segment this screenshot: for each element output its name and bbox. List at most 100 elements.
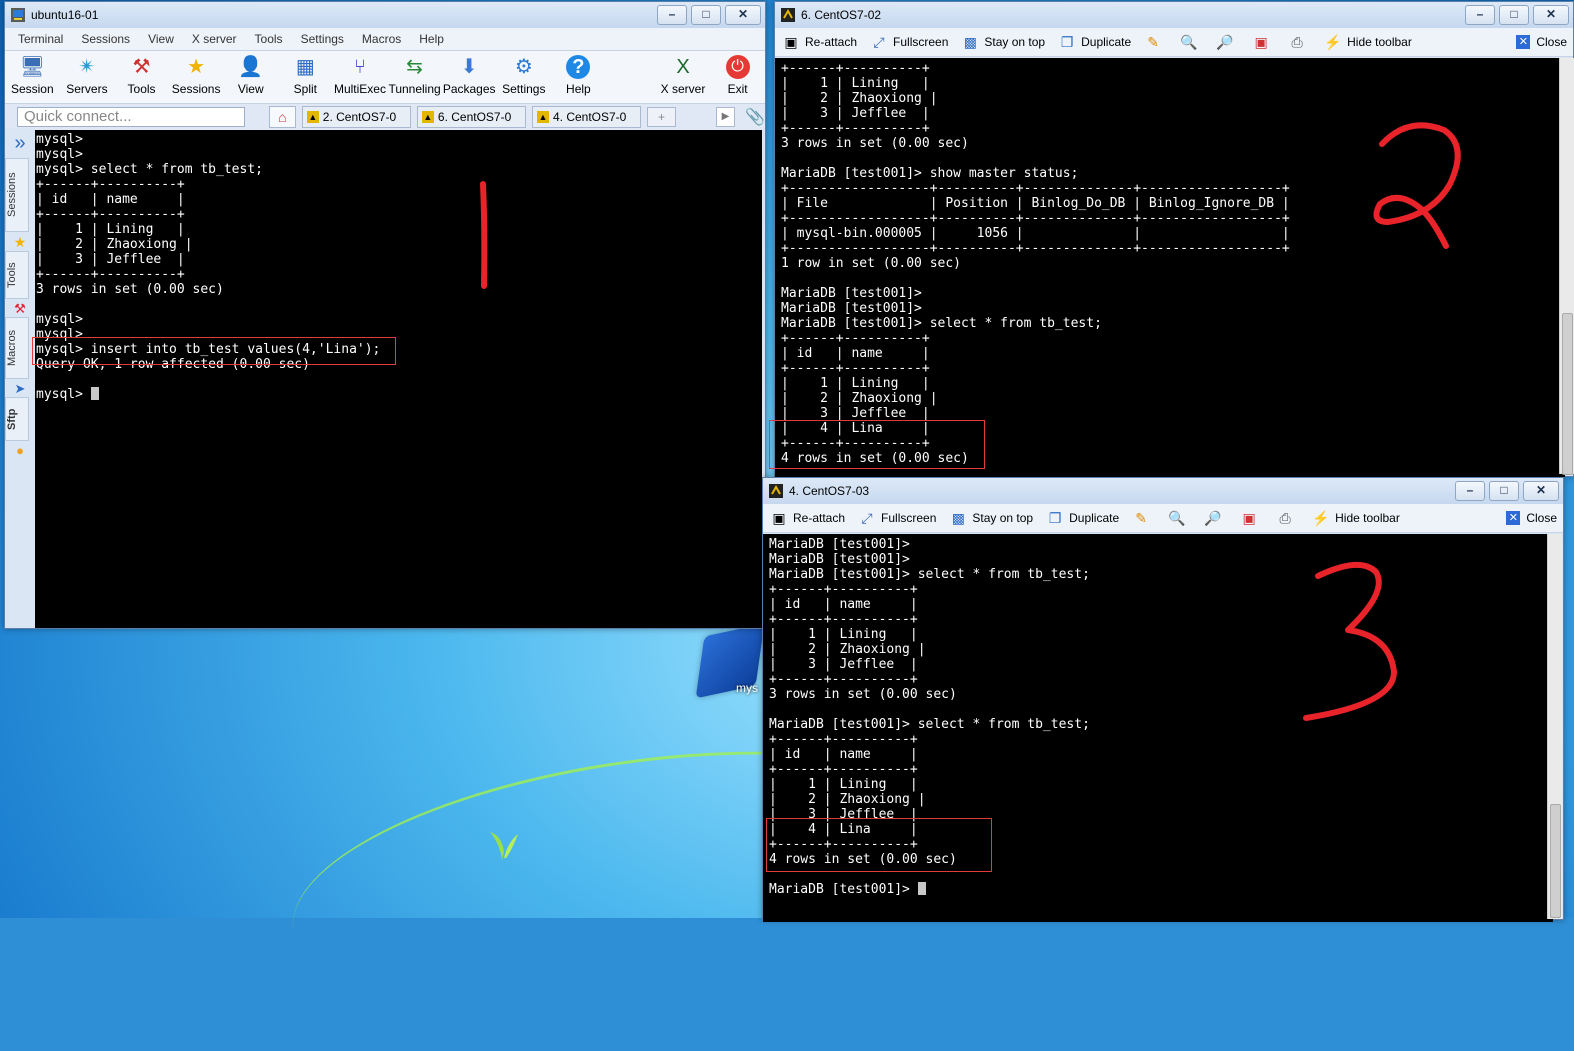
fullscreen-button[interactable]: ⤢ Fullscreen	[859, 510, 936, 526]
close-label: Close	[1526, 511, 1557, 525]
menu-item-tools[interactable]: Tools	[246, 32, 292, 46]
side-tab-sftp[interactable]: Sftp	[5, 397, 29, 441]
session-tab-label: 4. CentOS7-0	[552, 110, 627, 124]
new-tab-button[interactable]: +	[647, 107, 676, 127]
terminal-output[interactable]: mysql> mysql> mysql> select * from tb_te…	[35, 130, 762, 628]
ribbon-button-tunneling[interactable]: ⇆ Tunneling	[387, 55, 442, 96]
scrollbar-thumb[interactable]	[1550, 804, 1561, 918]
ribbon-button-servers[interactable]: ✴ Servers	[60, 55, 115, 96]
zoom-in-button[interactable]: 🔍	[1168, 510, 1191, 526]
stay-on-top-button[interactable]: ▩ Stay on top	[950, 510, 1033, 526]
star-icon: ★	[13, 234, 27, 250]
side-tab-tools[interactable]: Tools	[5, 251, 29, 299]
ribbon-button-x-server[interactable]: X X server	[656, 55, 711, 96]
close-button[interactable]: ✕	[725, 5, 761, 25]
vertical-scrollbar[interactable]	[1559, 58, 1574, 475]
zoom-in-button[interactable]: 🔍	[1180, 34, 1203, 50]
fullscreen-button[interactable]: ⤢ Fullscreen	[871, 34, 948, 50]
save-button[interactable]: ▣	[1253, 34, 1275, 50]
fullscreen-label: Fullscreen	[893, 35, 949, 49]
reattach-label: Re-attach	[793, 511, 846, 525]
print-icon: ⎙	[1291, 33, 1303, 50]
terminal-text: +------+----------+ | 1 | Lining | | 2 |…	[781, 61, 1290, 466]
side-tab-macros[interactable]: Macros	[5, 317, 29, 379]
home-tab-icon[interactable]: ⌂	[268, 106, 296, 128]
close-button[interactable]: ✕	[1523, 481, 1559, 501]
ribbon-button-label: Help	[566, 82, 591, 96]
xserver-icon: X	[676, 56, 690, 78]
close-button[interactable]: ✕	[1533, 5, 1569, 25]
ribbon-button-settings[interactable]: ⚙ Settings	[496, 55, 551, 96]
scrollbar-thumb[interactable]	[1562, 313, 1573, 475]
menu-bar: Terminal Sessions View X server Tools Setting…	[5, 28, 765, 51]
menu-item-sessions[interactable]: Sessions	[72, 32, 139, 46]
ribbon-button-exit[interactable]: ⏻ Exit	[710, 55, 765, 96]
main-ribbon-toolbar: 🖥 Session ✴ Servers ⚒ Tools ★ Sessions 👤 View ▦ Spl…	[5, 51, 765, 104]
annotation-number-2	[1373, 122, 1461, 249]
ribbon-button-multiexec[interactable]: ⑂ MultiExec	[333, 55, 388, 96]
edit-pencil-icon: ✎	[1135, 509, 1147, 526]
minimize-button[interactable]: –	[657, 5, 687, 25]
ribbon-button-tools[interactable]: ⚒ Tools	[114, 55, 169, 96]
close-detached-button[interactable]: ✕ Close	[1506, 511, 1557, 525]
macro-send-icon: ➤	[14, 381, 26, 396]
terminal-window-icon	[769, 484, 783, 498]
quick-connect-input[interactable]: Quick connect...	[17, 107, 245, 127]
menu-item-macros[interactable]: Macros	[353, 32, 410, 46]
maximize-button[interactable]: □	[691, 5, 721, 25]
edit-button[interactable]: ✎	[1133, 510, 1155, 526]
menu-item-help[interactable]: Help	[410, 32, 453, 46]
save-icon: ▣	[1254, 33, 1268, 50]
edit-button[interactable]: ✎	[1145, 34, 1167, 50]
ribbon-button-session[interactable]: 🖥 Session	[5, 55, 60, 96]
minimize-button[interactable]: –	[1465, 5, 1495, 25]
hide-toolbar-button[interactable]: ⚡ Hide toolbar	[1312, 509, 1400, 526]
session-tab-6[interactable]: ▲ 6. CentOS7-0	[416, 106, 526, 128]
window-titlebar[interactable]: 6. CentOS7-02 – □ ✕	[775, 2, 1573, 28]
maximize-button[interactable]: □	[1489, 481, 1519, 501]
session-tab-4[interactable]: ▲ 4. CentOS7-0	[531, 106, 642, 128]
ribbon-button-help[interactable]: ? Help	[551, 55, 606, 96]
app-icon	[11, 8, 25, 22]
menu-item-view[interactable]: View	[139, 32, 183, 46]
duplicate-button[interactable]: ❐ Duplicate	[1059, 34, 1131, 50]
zoom-out-button[interactable]: 🔎	[1204, 510, 1227, 526]
ribbon-button-view[interactable]: 👤 View	[223, 55, 278, 96]
power-icon: ⏻	[725, 55, 750, 79]
tab-scroll-right-button[interactable]: ▶	[715, 107, 736, 127]
close-detached-button[interactable]: ✕ Close	[1516, 35, 1567, 49]
duplicate-label: Duplicate	[1081, 35, 1132, 49]
wallpaper-leaf-icon	[490, 832, 518, 860]
minimize-button[interactable]: –	[1455, 481, 1485, 501]
ribbon-button-sessions[interactable]: ★ Sessions	[169, 55, 224, 96]
save-button[interactable]: ▣	[1241, 510, 1263, 526]
ribbon-button-label: X server	[660, 82, 706, 96]
hide-toolbar-label: Hide toolbar	[1335, 511, 1400, 525]
window-title: ubuntu16-01	[31, 8, 99, 22]
duplicate-button[interactable]: ❐ Duplicate	[1047, 510, 1119, 526]
hide-toolbar-button[interactable]: ⚡ Hide toolbar	[1324, 33, 1411, 50]
menu-item-settings[interactable]: Settings	[292, 32, 353, 46]
session-tab-2[interactable]: ▲ 2. CentOS7-0	[301, 106, 411, 128]
zoom-out-button[interactable]: 🔎	[1216, 34, 1239, 50]
highlight-box-insert	[32, 337, 396, 365]
packages-icon: ⬇	[460, 56, 478, 78]
menu-item-terminal[interactable]: Terminal	[9, 32, 72, 46]
maximize-button[interactable]: □	[1499, 5, 1529, 25]
lightning-icon: ⚡	[1312, 509, 1330, 526]
window-titlebar[interactable]: 4. CentOS7-03 – □ ✕	[763, 478, 1563, 504]
window-titlebar[interactable]: ubuntu16-01 – □ ✕	[5, 2, 765, 28]
print-button[interactable]: ⎙	[1277, 510, 1299, 526]
lightning-icon: ⚡	[1324, 33, 1342, 50]
expand-side-panel-icon[interactable]: »	[5, 128, 35, 158]
paperclip-icon[interactable]: 📎	[745, 107, 765, 127]
ribbon-button-packages[interactable]: ⬇ Packages	[442, 55, 497, 96]
reattach-button[interactable]: ▣ Re-attach	[771, 510, 845, 526]
print-button[interactable]: ⎙	[1289, 34, 1311, 50]
side-tab-sessions[interactable]: Sessions	[5, 158, 29, 232]
ribbon-button-split[interactable]: ▦ Split	[278, 55, 333, 96]
vertical-scrollbar[interactable]	[1547, 534, 1562, 919]
menu-item-x-server[interactable]: X server	[183, 32, 246, 46]
reattach-button[interactable]: ▣ Re-attach	[783, 34, 857, 50]
stay-on-top-button[interactable]: ▩ Stay on top	[962, 34, 1045, 50]
